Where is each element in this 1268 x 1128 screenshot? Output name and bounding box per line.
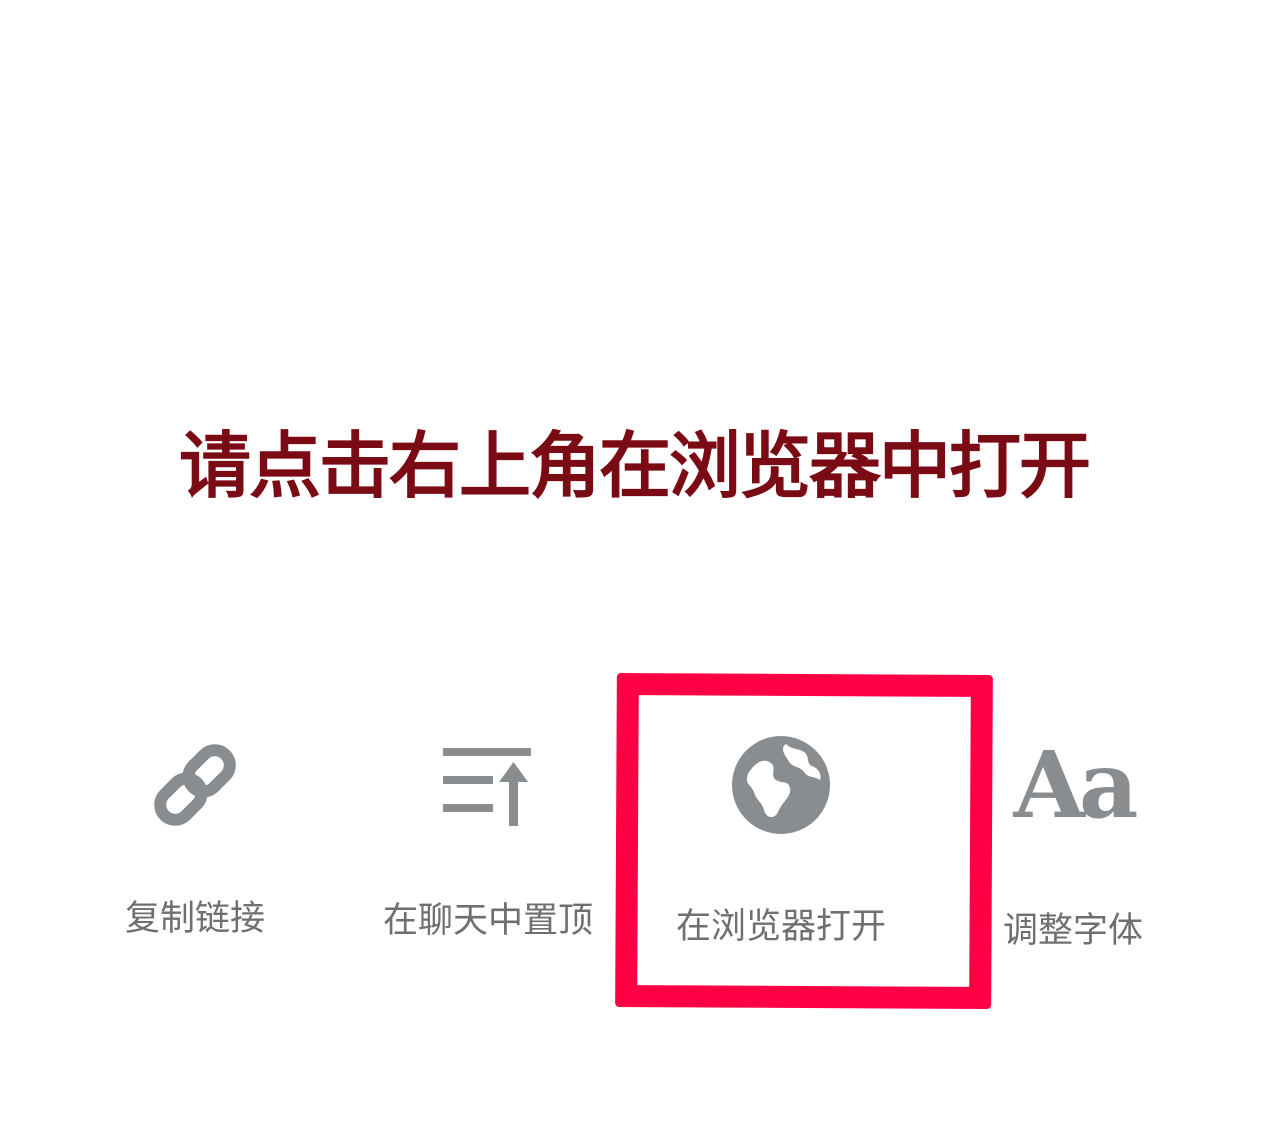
copy-link-label: 复制链接 [124,899,265,939]
instruction-heading: 请点击右上角在浏览器中打开 [178,424,1091,508]
link-icon [154,744,236,826]
pin-to-top-icon [443,748,531,826]
font-size-icon: Aa [1013,731,1139,839]
adjust-font-button[interactable]: Aa 调整字体 [978,730,1168,960]
copy-link-button[interactable]: 复制链接 [90,730,300,960]
adjust-font-label: 调整字体 [1002,911,1143,951]
pin-in-chat-button[interactable]: 在聊天中置顶 [360,730,616,960]
pin-in-chat-label: 在聊天中置顶 [382,901,593,941]
highlight-box [615,673,993,1009]
